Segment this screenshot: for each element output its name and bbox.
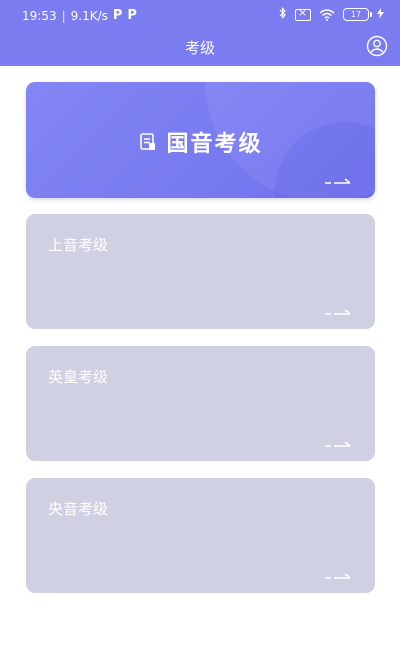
header: 19:53 | 9.1K/s P P 17 考级 xyxy=(0,0,400,66)
status-left: 19:53 | 9.1K/s P P xyxy=(22,8,137,23)
app-notification-icon: P xyxy=(112,8,123,23)
bluetooth-icon xyxy=(279,7,287,22)
charging-icon xyxy=(377,7,384,22)
arrow-right-icon xyxy=(325,178,351,184)
card-title: 英皇考级 xyxy=(48,368,109,386)
arrow-right-icon xyxy=(325,441,351,447)
card-title-row: 国音考级 xyxy=(26,126,375,158)
user-icon xyxy=(366,35,388,57)
status-bar: 19:53 | 9.1K/s P P 17 xyxy=(0,0,400,30)
network-speed: 9.1K/s xyxy=(70,8,108,23)
exam-card-guoyin[interactable]: 国音考级 xyxy=(26,82,375,198)
card-title: 央音考级 xyxy=(48,500,109,518)
status-time: 19:53 xyxy=(22,8,57,23)
app-notification-icon-2: P xyxy=(127,8,137,23)
exam-card-abrsm[interactable]: 英皇考级 xyxy=(26,346,375,461)
status-right: 17 xyxy=(279,6,384,22)
card-title: 国音考级 xyxy=(166,132,263,157)
exam-card-shangyin[interactable]: 上音考级 xyxy=(26,214,375,329)
document-icon xyxy=(140,133,156,150)
battery-icon: 17 xyxy=(343,8,372,21)
user-profile-button[interactable] xyxy=(366,35,388,57)
card-title: 上音考级 xyxy=(48,236,109,254)
wifi-icon xyxy=(319,8,335,21)
status-separator: | xyxy=(61,8,66,23)
arrow-right-icon xyxy=(325,573,351,579)
page-title: 考级 xyxy=(184,39,215,57)
no-sim-icon xyxy=(295,6,311,21)
arrow-right-icon xyxy=(325,309,351,315)
exam-card-yangyin[interactable]: 央音考级 xyxy=(26,478,375,593)
